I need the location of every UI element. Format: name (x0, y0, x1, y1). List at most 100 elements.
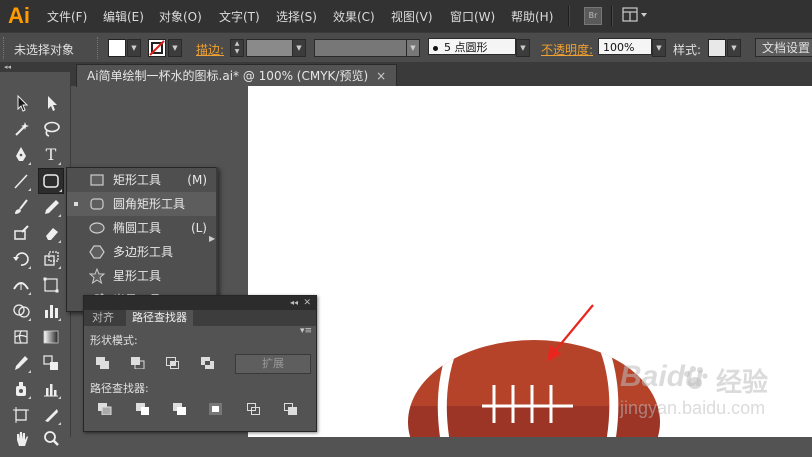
type-tool[interactable]: T (40, 144, 62, 166)
menu-bar: Ai 文件(F) 编辑(E) 对象(O) 文字(T) 选择(S) 效果(C) 视… (0, 0, 812, 32)
outline-icon[interactable] (247, 403, 261, 415)
flyout-item-polygon[interactable]: 多边形工具 (67, 240, 217, 264)
menu-edit[interactable]: 编辑(E) (103, 8, 144, 25)
blob-brush-tool[interactable] (10, 222, 32, 244)
opacity-input[interactable]: 100% (598, 38, 652, 55)
opacity-dropdown[interactable]: ▼ (652, 39, 666, 57)
tearoff-arrow-icon[interactable]: ▶ (209, 234, 215, 243)
menu-object[interactable]: 对象(O) (159, 8, 202, 25)
divide-icon[interactable] (98, 403, 112, 415)
document-tab[interactable]: Ai简单绘制一杯水的图标.ai* @ 100% (CMYK/预览) × (76, 64, 398, 87)
fill-swatch[interactable] (108, 39, 126, 57)
collapse-icon[interactable]: ◂◂ (290, 296, 298, 310)
symbol-sprayer-tool[interactable] (10, 378, 32, 400)
flyout-item-star[interactable]: 星形工具 (67, 264, 217, 288)
opacity-label[interactable]: 不透明度: (541, 41, 593, 58)
flyout-shortcut: (M) (187, 173, 207, 187)
panel-tabs: 对齐 路径查找器 ▾≡ (84, 310, 316, 336)
graphic-style-dropdown[interactable]: ▼ (727, 39, 741, 57)
menu-window[interactable]: 窗口(W) (450, 8, 495, 25)
ellipse-icon (89, 222, 105, 234)
variable-width-dropdown[interactable]: ▼ (406, 39, 420, 57)
zoom-tool[interactable] (40, 428, 62, 450)
stroke-weight-stepper[interactable]: ▲ ▼ (230, 39, 244, 57)
graph-tool[interactable] (40, 300, 62, 322)
rounded-rectangle-icon (90, 198, 104, 210)
bridge-button[interactable]: Br (584, 7, 602, 25)
selection-tool[interactable] (10, 92, 32, 114)
arrange-documents-button[interactable] (622, 7, 648, 23)
tab-pathfinder[interactable]: 路径查找器 (126, 310, 193, 326)
direct-selection-tool[interactable] (40, 92, 62, 114)
unite-icon[interactable] (96, 357, 110, 369)
eraser-tool[interactable] (40, 222, 62, 244)
paintbrush-tool[interactable] (10, 196, 32, 218)
graphic-style-swatch[interactable] (708, 39, 726, 57)
flyout-item-rectangle[interactable]: 矩形工具 (M) (67, 168, 217, 192)
zoom-icon (44, 431, 59, 446)
pencil-tool[interactable] (40, 196, 62, 218)
close-icon[interactable]: ✕ (303, 296, 311, 310)
tab-align[interactable]: 对齐 (86, 310, 120, 326)
brush-dot-icon (433, 45, 438, 51)
shape-tools-flyout: 矩形工具 (M) 圆角矩形工具 椭圆工具 (L) 多边形工具 星形工具 光晕工具 (66, 167, 218, 312)
line-segment-tool[interactable] (10, 170, 32, 192)
menu-select[interactable]: 选择(S) (276, 8, 317, 25)
flyout-tearoff-bar[interactable] (216, 167, 218, 310)
column-graph-tool[interactable] (40, 378, 62, 400)
style-label: 样式: (673, 43, 702, 57)
trim-icon[interactable] (136, 403, 150, 415)
panel-title-bar[interactable]: ◂◂ ✕ (84, 296, 316, 310)
menu-view[interactable]: 视图(V) (391, 8, 433, 25)
brush-dropdown[interactable]: ▼ (516, 39, 530, 57)
rotate-tool[interactable] (10, 248, 32, 270)
minus-front-icon[interactable] (131, 357, 145, 369)
width-tool[interactable] (10, 274, 32, 296)
stroke-swatch[interactable] (148, 39, 166, 57)
minus-back-icon[interactable] (284, 403, 298, 415)
artboard-tool[interactable] (10, 404, 32, 426)
brush-definition[interactable]: 5 点圆形 (428, 38, 516, 55)
expand-button[interactable]: 扩展 (235, 354, 311, 374)
gradient-tool[interactable] (40, 326, 62, 348)
stroke-weight-input[interactable] (246, 39, 293, 57)
document-setup-button[interactable]: 文档设置 (755, 38, 812, 57)
slice-tool[interactable] (40, 404, 62, 426)
panel-menu-icon[interactable]: ▾≡ (300, 326, 312, 336)
menu-effect[interactable]: 效果(C) (333, 8, 375, 25)
pen-tool[interactable] (10, 144, 32, 166)
shape-builder-tool[interactable] (10, 300, 32, 322)
control-bar-grip[interactable] (3, 37, 6, 59)
stroke-dropdown[interactable]: ▼ (168, 39, 182, 57)
flyout-item-rounded-rectangle[interactable]: 圆角矩形工具 (67, 192, 217, 216)
watermark-brand-cn: 经验 (716, 367, 769, 397)
merge-icon[interactable] (173, 403, 187, 415)
magic-wand-tool[interactable] (10, 118, 32, 140)
variable-width-profile[interactable] (314, 39, 408, 57)
mesh-tool[interactable] (10, 326, 32, 348)
scale-tool[interactable] (40, 248, 62, 270)
stroke-weight-dropdown[interactable]: ▼ (292, 39, 306, 57)
lasso-tool[interactable] (40, 118, 62, 140)
artboard-icon (13, 407, 29, 423)
stroke-label[interactable]: 描边: (196, 41, 224, 58)
app-logo: Ai (8, 3, 30, 28)
intersect-icon[interactable] (166, 357, 180, 369)
fill-dropdown[interactable]: ▼ (127, 39, 141, 57)
menu-type[interactable]: 文字(T) (219, 8, 260, 25)
paw-icon (684, 366, 708, 389)
close-icon[interactable]: × (376, 69, 386, 83)
exclude-icon[interactable] (201, 357, 215, 369)
tools-panel-collapse[interactable]: ◂◂ (0, 62, 70, 72)
direct-selection-arrow-icon (48, 96, 57, 111)
flyout-item-ellipse[interactable]: 椭圆工具 (L) (67, 216, 217, 240)
crop-icon[interactable] (209, 403, 223, 415)
rounded-rectangle-tool[interactable] (38, 168, 64, 194)
menu-help[interactable]: 帮助(H) (511, 8, 553, 25)
free-transform-tool[interactable] (40, 274, 62, 296)
blend-tool[interactable] (40, 352, 62, 374)
lasso-icon (44, 121, 60, 137)
hand-tool[interactable] (10, 428, 32, 450)
menu-file[interactable]: 文件(F) (47, 8, 87, 25)
eyedropper-tool[interactable] (10, 352, 32, 374)
